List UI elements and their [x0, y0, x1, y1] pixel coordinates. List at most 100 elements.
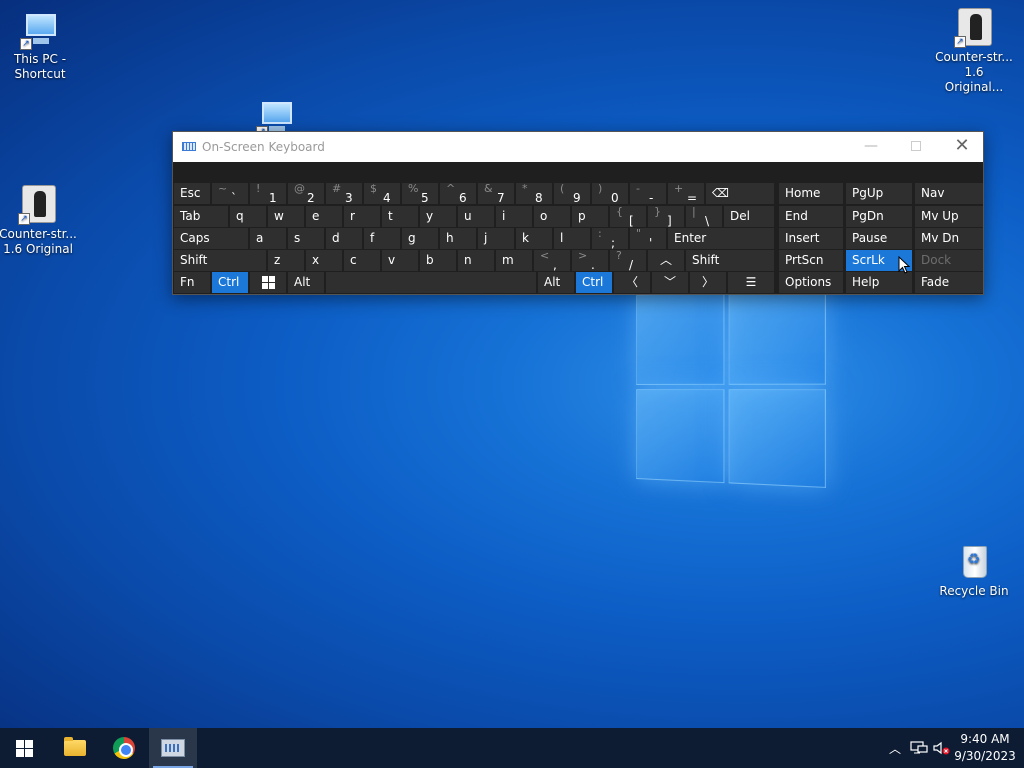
- key-n[interactable]: n: [458, 250, 494, 271]
- key-space[interactable]: [326, 272, 536, 293]
- key-up-arrow[interactable]: ︿: [648, 250, 684, 271]
- key-alt-right[interactable]: Alt: [538, 272, 574, 293]
- key-prtscn[interactable]: PrtScn: [779, 250, 843, 271]
- key-quote[interactable]: " ': [630, 228, 666, 249]
- key-pgdn[interactable]: PgDn: [846, 206, 912, 227]
- key-slash[interactable]: ? /: [610, 250, 646, 271]
- key-c[interactable]: c: [344, 250, 380, 271]
- key-t[interactable]: t: [382, 206, 418, 227]
- key-down-arrow[interactable]: ﹀: [652, 272, 688, 293]
- chrome-button[interactable]: [100, 728, 148, 768]
- key-h[interactable]: h: [440, 228, 476, 249]
- key-4[interactable]: $4: [364, 183, 400, 204]
- key-p[interactable]: p: [572, 206, 608, 227]
- key-j[interactable]: j: [478, 228, 514, 249]
- key-v[interactable]: v: [382, 250, 418, 271]
- key-1[interactable]: ! 1: [250, 183, 286, 204]
- key-b[interactable]: b: [420, 250, 456, 271]
- key-semicolon[interactable]: :;: [592, 228, 628, 249]
- maximize-button[interactable]: [893, 132, 939, 162]
- osk-titlebar[interactable]: On-Screen Keyboard — ✕: [173, 132, 983, 162]
- tray-overflow-chevron[interactable]: ︿: [884, 728, 906, 768]
- file-explorer-button[interactable]: [51, 728, 99, 768]
- key-pgup[interactable]: PgUp: [846, 183, 912, 204]
- key-tilde[interactable]: ~ `: [212, 183, 248, 204]
- key-2[interactable]: @2: [288, 183, 324, 204]
- key-a[interactable]: a: [250, 228, 286, 249]
- desktop-icon-counter-strike-2[interactable]: ↗ Counter-str... 1.6 Original...: [934, 8, 1014, 95]
- key-8[interactable]: * 8: [516, 183, 552, 204]
- key-s[interactable]: s: [288, 228, 324, 249]
- key-shift-left[interactable]: Shift: [174, 250, 266, 271]
- key-end[interactable]: End: [779, 206, 843, 227]
- key-ctrl-left[interactable]: Ctrl: [212, 272, 248, 293]
- key-windows[interactable]: [250, 272, 286, 293]
- on-screen-keyboard-taskbar-button[interactable]: [149, 728, 197, 768]
- key-i[interactable]: i: [496, 206, 532, 227]
- key-alt-left[interactable]: Alt: [288, 272, 324, 293]
- network-icon[interactable]: [908, 728, 930, 768]
- key-x[interactable]: x: [306, 250, 342, 271]
- key-left-bracket[interactable]: {[: [610, 206, 646, 227]
- computer-icon: ↗: [20, 10, 60, 50]
- key-del[interactable]: Del: [724, 206, 774, 227]
- key-q[interactable]: q: [230, 206, 266, 227]
- key-minus[interactable]: --: [630, 183, 666, 204]
- key-esc[interactable]: Esc: [174, 183, 210, 204]
- start-button[interactable]: [0, 728, 48, 768]
- key-caps[interactable]: Caps: [174, 228, 248, 249]
- key-mv-dn[interactable]: Mv Dn: [915, 228, 983, 249]
- key-9[interactable]: (9: [554, 183, 590, 204]
- key-backspace[interactable]: ⌫: [706, 183, 774, 204]
- key-left-arrow[interactable]: 〈: [614, 272, 650, 293]
- key-m[interactable]: m: [496, 250, 532, 271]
- network-icon-glyph: [910, 741, 928, 755]
- key-ctrl-right[interactable]: Ctrl: [576, 272, 612, 293]
- key-0[interactable]: ) 0: [592, 183, 628, 204]
- key-d[interactable]: d: [326, 228, 362, 249]
- key-r[interactable]: r: [344, 206, 380, 227]
- key-f[interactable]: f: [364, 228, 400, 249]
- key-shift-right[interactable]: Shift: [686, 250, 774, 271]
- key-help[interactable]: Help: [846, 272, 912, 293]
- key-k[interactable]: k: [516, 228, 552, 249]
- key-l[interactable]: l: [554, 228, 590, 249]
- close-button[interactable]: ✕: [939, 132, 985, 162]
- key-tab[interactable]: Tab: [174, 206, 228, 227]
- key-y[interactable]: y: [420, 206, 456, 227]
- key-pause[interactable]: Pause: [846, 228, 912, 249]
- key-options[interactable]: Options: [779, 272, 843, 293]
- key-mv-up[interactable]: Mv Up: [915, 206, 983, 227]
- key-enter[interactable]: Enter: [668, 228, 774, 249]
- key-dock[interactable]: Dock: [915, 250, 983, 271]
- key-right-bracket[interactable]: }]: [648, 206, 684, 227]
- key-w[interactable]: w: [268, 206, 304, 227]
- key-fn[interactable]: Fn: [174, 272, 210, 293]
- key-right-arrow[interactable]: 〉: [690, 272, 726, 293]
- chrome-icon: [113, 737, 135, 759]
- keyboard-icon: [182, 142, 196, 151]
- desktop-icon-recycle-bin[interactable]: Recycle Bin: [934, 542, 1014, 599]
- key-u[interactable]: u: [458, 206, 494, 227]
- key-backslash[interactable]: | \: [686, 206, 722, 227]
- key-period[interactable]: >.: [572, 250, 608, 271]
- minimize-button[interactable]: —: [848, 132, 894, 162]
- key-fade[interactable]: Fade: [915, 272, 983, 293]
- key-nav[interactable]: Nav: [915, 183, 983, 204]
- key-5[interactable]: % 5: [402, 183, 438, 204]
- key-menu[interactable]: ☰: [728, 272, 774, 293]
- taskbar-clock[interactable]: 9:40 AM 9/30/2023: [950, 731, 1020, 765]
- key-7[interactable]: & 7: [478, 183, 514, 204]
- key-g[interactable]: g: [402, 228, 438, 249]
- desktop-icon-counter-strike[interactable]: ↗ Counter-str... 1.6 Original: [0, 185, 78, 257]
- key-equals[interactable]: + =: [668, 183, 704, 204]
- desktop-icon-this-pc[interactable]: ↗ This PC - Shortcut: [0, 10, 80, 82]
- key-insert[interactable]: Insert: [779, 228, 843, 249]
- key-home[interactable]: Home: [779, 183, 843, 204]
- key-o[interactable]: o: [534, 206, 570, 227]
- key-e[interactable]: e: [306, 206, 342, 227]
- key-3[interactable]: #3: [326, 183, 362, 204]
- key-comma[interactable]: <,: [534, 250, 570, 271]
- key-z[interactable]: z: [268, 250, 304, 271]
- key-6[interactable]: ^ 6: [440, 183, 476, 204]
